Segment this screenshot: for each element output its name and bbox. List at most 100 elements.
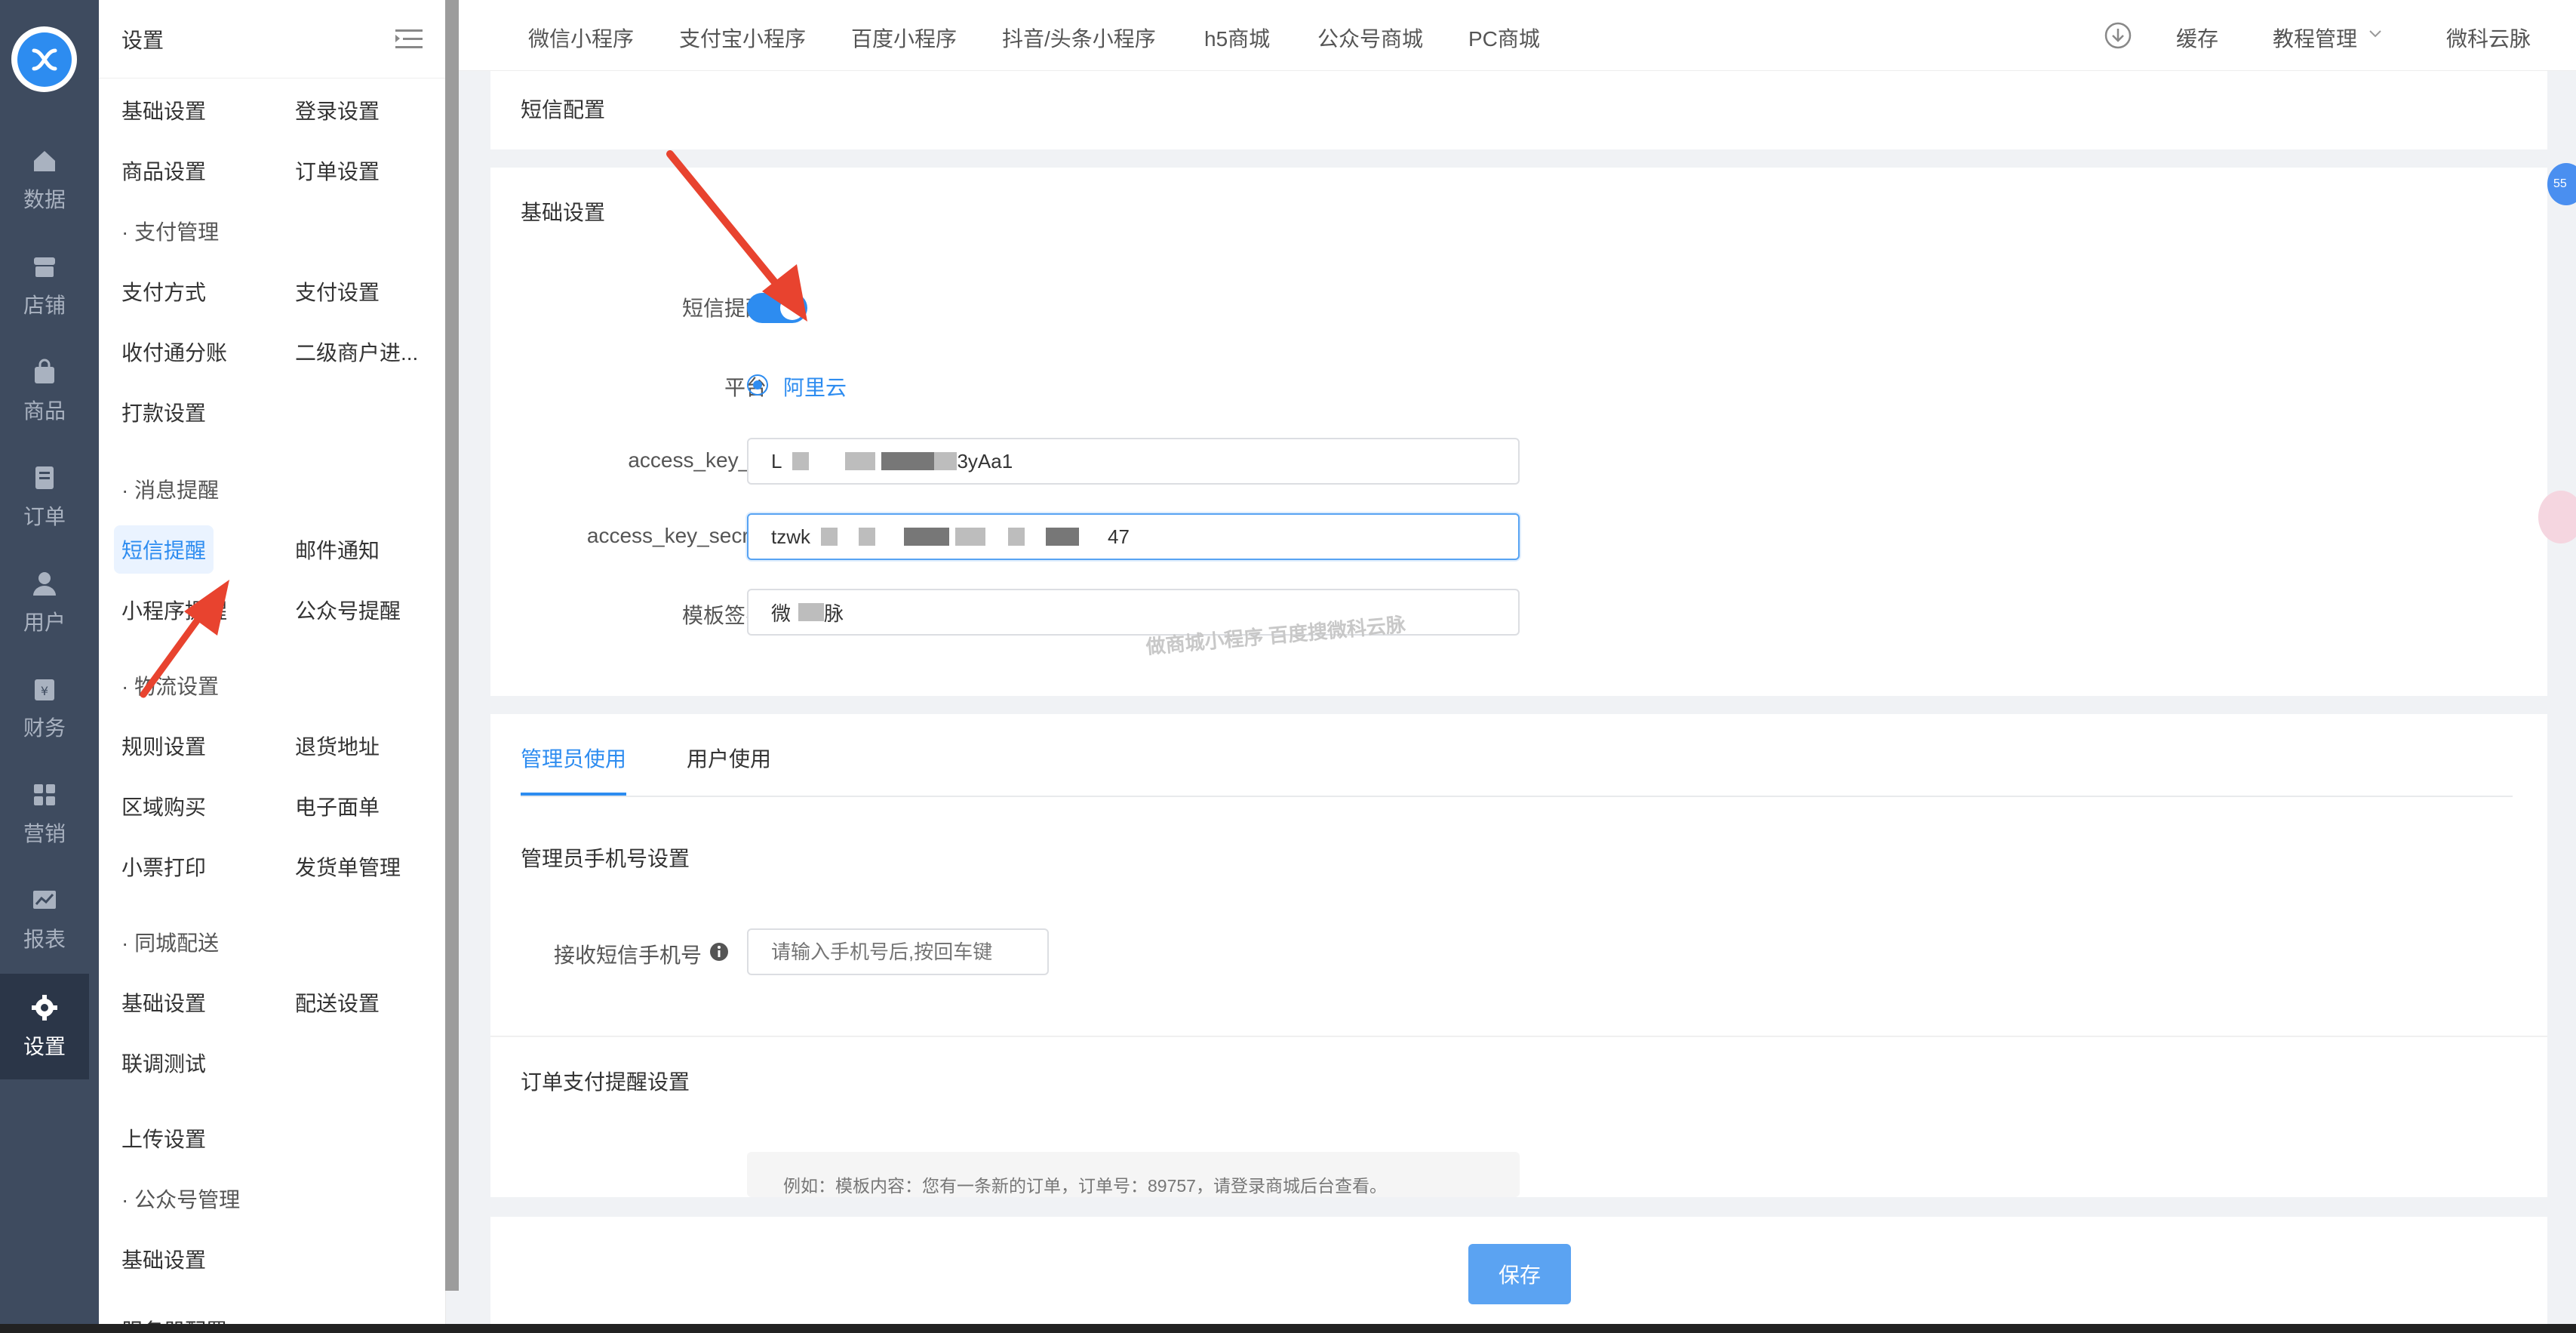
section-divider <box>490 1036 2547 1037</box>
home-icon <box>34 151 55 171</box>
rail-item-order[interactable]: 订单 <box>0 444 89 550</box>
tab-user-use[interactable]: 用户使用 <box>687 743 771 773</box>
submenu-group-mp: · 公众号管理 <box>121 1188 241 1211</box>
submenu-goods[interactable]: 商品设置 <box>121 155 206 186</box>
rail-label: 商品 <box>23 399 66 423</box>
access-key-id-label: access_key_id <box>628 448 767 472</box>
store-icon <box>34 257 55 277</box>
rail-item-finance[interactable]: ¥ 财务 <box>0 655 89 761</box>
marketing-icon <box>34 784 55 805</box>
download-icon[interactable] <box>2104 21 2132 50</box>
gear-icon <box>32 995 57 1021</box>
submenu-region[interactable]: 区域购买 <box>121 791 206 821</box>
access-key-id-suffix: 3yAa1 <box>957 449 1013 473</box>
collapse-menu-icon[interactable] <box>395 27 423 51</box>
rail-label: 报表 <box>23 928 66 951</box>
rail-item-report[interactable]: 报表 <box>0 867 89 972</box>
app-logo[interactable] <box>11 26 77 92</box>
submenu-split[interactable]: 收付通分账 <box>121 337 227 367</box>
top-tab-baidu[interactable]: 百度小程序 <box>851 23 957 53</box>
submenu-rules[interactable]: 规则设置 <box>121 731 206 761</box>
rail-label: 营销 <box>23 822 66 845</box>
annotation-arrow-toggle <box>666 150 807 322</box>
save-button[interactable]: 保存 <box>1468 1244 1571 1304</box>
top-tab-mp[interactable]: 公众号商城 <box>1317 23 1423 53</box>
submenu-basic[interactable]: 基础设置 <box>121 95 206 125</box>
submenu-e-waybill[interactable]: 电子面单 <box>295 791 380 821</box>
submenu-delivery[interactable]: 配送设置 <box>295 987 380 1017</box>
submenu-group-pay: · 支付管理 <box>121 220 220 244</box>
top-tab-douyin[interactable]: 抖音/头条小程序 <box>1002 23 1156 53</box>
access-key-secret-label: access_key_secret <box>586 524 767 547</box>
platform-value[interactable]: 阿里云 <box>783 371 847 402</box>
submenu-return-addr[interactable]: 退货地址 <box>295 731 380 761</box>
rail-item-user[interactable]: 用户 <box>0 550 89 655</box>
submenu-city-basic[interactable]: 基础设置 <box>121 987 206 1017</box>
access-key-id-input[interactable]: L 3yAa1 <box>747 438 1520 485</box>
example-box: 例如：模板内容：您有一条新的订单，订单号：89757，请登录商城后台查看。 <box>747 1152 1520 1197</box>
badge-count: 55 <box>2553 177 2567 190</box>
section-title: 基础设置 <box>521 201 606 224</box>
submenu-upload[interactable]: 上传设置 <box>121 1123 206 1153</box>
submenu-order[interactable]: 订单设置 <box>295 155 380 186</box>
platform-radio[interactable] <box>747 374 768 396</box>
submenu-title: 设置 <box>121 28 164 52</box>
order-icon <box>35 466 54 489</box>
tab-admin-use[interactable]: 管理员使用 <box>521 743 626 773</box>
rail-label: 用户 <box>23 611 66 634</box>
rail-label: 设置 <box>23 1035 66 1058</box>
rail-label: 财务 <box>23 716 66 740</box>
top-tab-h5[interactable]: h5商城 <box>1204 23 1270 53</box>
rail-item-settings[interactable]: 设置 <box>0 974 89 1079</box>
rail-item-goods[interactable]: 商品 <box>0 338 89 444</box>
template-sign-suffix: 脉 <box>824 602 844 625</box>
access-key-secret-suffix: 47 <box>1108 525 1130 548</box>
rail-item-marketing[interactable]: 营销 <box>0 761 89 867</box>
sms-config-header-card: 短信配置 <box>490 71 2547 149</box>
access-key-secret-input[interactable]: tzwk 47 <box>747 513 1520 560</box>
chevron-down-icon <box>2369 30 2381 38</box>
cache-button[interactable]: 缓存 <box>2176 23 2218 53</box>
phone-input[interactable] <box>747 928 1049 975</box>
template-sign-prefix: 微 <box>771 602 792 625</box>
submenu-mail[interactable]: 邮件通知 <box>295 534 380 565</box>
submenu-mp-notice[interactable]: 公众号提醒 <box>295 595 401 625</box>
submenu-sub-merchant[interactable]: 二级商户进... <box>295 337 418 367</box>
page-title: 短信配置 <box>521 98 606 122</box>
access-key-id-prefix: L <box>771 449 782 473</box>
rail-label: 订单 <box>23 505 66 528</box>
tab-divider <box>521 796 2513 797</box>
user-menu[interactable]: 微科云脉 <box>2446 23 2531 53</box>
user-icon <box>33 572 56 596</box>
submenu-ship-manage[interactable]: 发货单管理 <box>295 851 401 882</box>
access-key-secret-prefix: tzwk <box>771 525 810 548</box>
submenu-scrollbar[interactable] <box>445 0 459 1291</box>
annotation-arrow-menu <box>140 580 229 698</box>
submenu-pay-setting[interactable]: 支付设置 <box>295 276 380 306</box>
top-bar: 微信小程序 支付宝小程序 百度小程序 抖音/头条小程序 h5商城 公众号商城 P… <box>459 0 2576 71</box>
rail-item-store[interactable]: 店铺 <box>0 232 89 338</box>
top-tab-pc[interactable]: PC商城 <box>1468 23 1540 53</box>
phone-label: 接收短信手机号 <box>554 944 702 967</box>
info-icon[interactable] <box>709 942 729 962</box>
rail-label: 数据 <box>23 188 66 211</box>
save-bar: 保存 <box>490 1217 2547 1333</box>
submenu-payout[interactable]: 打款设置 <box>121 397 206 427</box>
submenu-header: 设置 <box>99 0 445 79</box>
top-tab-alipay[interactable]: 支付宝小程序 <box>679 23 806 53</box>
rail-item-data[interactable]: 数据 <box>0 127 89 232</box>
tab-active-indicator <box>521 793 626 796</box>
submenu-login[interactable]: 登录设置 <box>295 95 380 125</box>
main-nav-rail: 数据 店铺 商品 订单 用户 ¥ 财务 营销 报表 设置 <box>0 0 99 1333</box>
submenu-receipt[interactable]: 小票打印 <box>121 851 206 882</box>
tutorial-menu[interactable]: 教程管理 <box>2273 23 2357 53</box>
submenu-joint-test[interactable]: 联调测试 <box>121 1048 206 1078</box>
admin-phone-title: 管理员手机号设置 <box>521 847 690 870</box>
notification-badge[interactable]: 55 <box>2547 163 2576 205</box>
submenu-pay-method[interactable]: 支付方式 <box>121 276 206 306</box>
submenu-mp-basic[interactable]: 基础设置 <box>121 1244 206 1274</box>
rail-label: 店铺 <box>23 294 66 317</box>
top-tab-wechat[interactable]: 微信小程序 <box>528 23 634 53</box>
example-text: 例如：模板内容：您有一条新的订单，订单号：89757，请登录商城后台查看。 <box>783 1176 1387 1196</box>
chart-icon <box>33 891 56 909</box>
